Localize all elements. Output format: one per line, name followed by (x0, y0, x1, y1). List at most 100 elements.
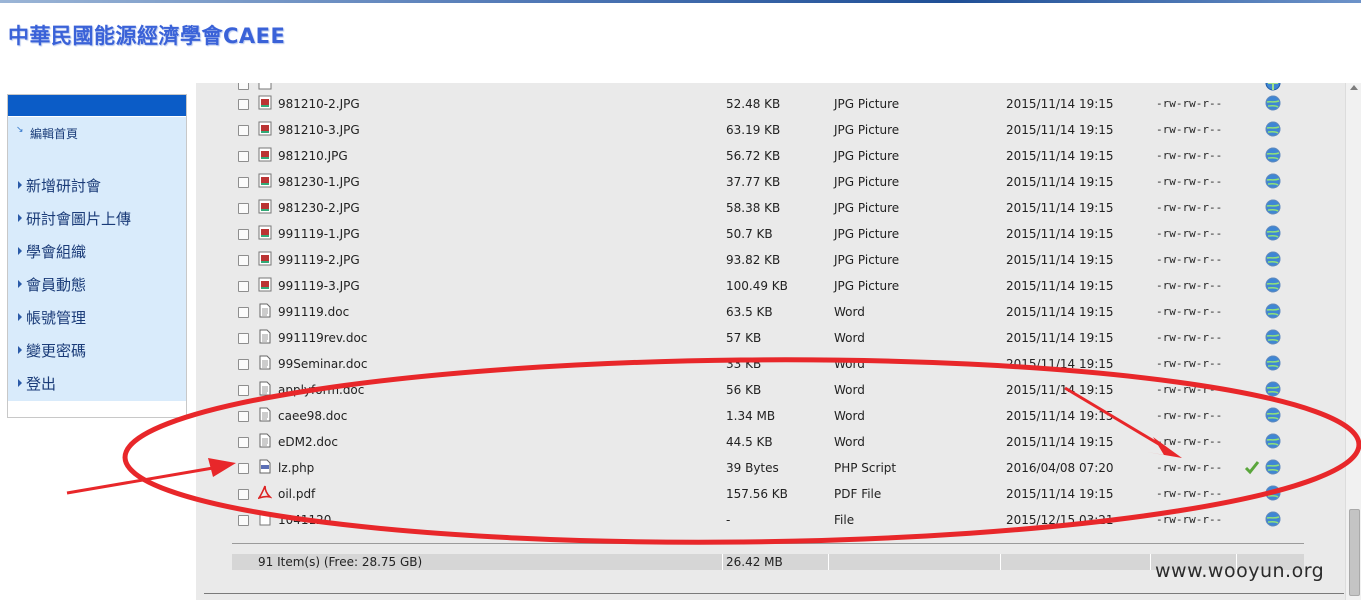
row-checkbox[interactable] (238, 333, 249, 344)
edit-globe-icon[interactable] (1264, 94, 1282, 112)
edit-globe-icon[interactable] (1264, 250, 1282, 268)
file-permissions[interactable]: -rw-rw-r-- (1156, 383, 1222, 396)
file-permissions[interactable]: -rw-rw-r-- (1156, 279, 1222, 292)
file-permissions[interactable]: -rw-rw-r-- (1156, 461, 1222, 474)
row-checkbox[interactable] (238, 411, 249, 422)
row-checkbox[interactable] (238, 359, 249, 370)
file-permissions[interactable]: -rw-rw-r-- (1156, 175, 1222, 188)
file-row[interactable]: 99Seminar.doc 33 KB Word 2015/11/14 19:15 -r… (196, 350, 1346, 376)
file-row[interactable]: 981210-3.JPG 63.19 KB JPG Picture 2015/11/1… (196, 116, 1346, 142)
row-checkbox[interactable] (238, 307, 249, 318)
file-name[interactable]: 981210-3.JPG (278, 123, 360, 137)
scroll-up-arrow-icon[interactable] (1350, 85, 1358, 90)
edit-globe-icon[interactable] (1264, 510, 1282, 528)
file-name[interactable]: 981210-2.JPG (278, 97, 360, 111)
file-row[interactable]: 1041120 - File 2015/12/15 03:21 -rw-rw-r-- (196, 506, 1346, 532)
edit-globe-icon[interactable] (1264, 380, 1282, 398)
file-name[interactable]: 991119-2.JPG (278, 253, 360, 267)
sidebar-item-change-password[interactable]: 變更密碼 (18, 340, 86, 361)
row-checkbox[interactable] (238, 125, 249, 136)
file-name[interactable]: 1041120 (278, 513, 331, 527)
edit-globe-icon[interactable] (1264, 432, 1282, 450)
file-row[interactable]: eDM2.doc 44.5 KB Word 2015/11/14 19:15 -rw-r… (196, 428, 1346, 454)
vertical-scrollbar[interactable] (1345, 83, 1361, 600)
file-row[interactable]: oil.pdf 157.56 KB PDF File 2015/11/14 19:15… (196, 480, 1346, 506)
file-name[interactable]: applyform.doc (278, 383, 364, 397)
file-permissions[interactable]: -rw-rw-r-- (1156, 487, 1222, 500)
edit-globe-icon[interactable] (1264, 406, 1282, 424)
file-name[interactable]: 991119.doc (278, 305, 349, 319)
row-checkbox[interactable] (238, 385, 249, 396)
file-name[interactable]: oil.pdf (278, 487, 315, 501)
file-name[interactable]: caee98.doc (278, 409, 347, 423)
sidebar-item-organization[interactable]: 學會組織 (18, 241, 86, 262)
file-row[interactable]: lz.php 39 Bytes PHP Script 2016/04/08 07:20… (196, 454, 1346, 480)
file-permissions[interactable]: -rw-rw-r-- (1156, 305, 1222, 318)
edit-globe-icon[interactable] (1264, 302, 1282, 320)
file-name[interactable]: 991119-3.JPG (278, 279, 360, 293)
edit-globe-icon[interactable] (1264, 458, 1282, 476)
edit-globe-icon[interactable] (1264, 172, 1282, 190)
edit-globe-icon[interactable] (1264, 328, 1282, 346)
file-row[interactable]: 981210-2.JPG 52.48 KB JPG Picture 2015/11/1… (196, 90, 1346, 116)
edit-globe-icon[interactable] (1264, 146, 1282, 164)
file-row[interactable]: 991119.doc 63.5 KB Word 2015/11/14 19:15 -rw… (196, 298, 1346, 324)
file-permissions[interactable]: -rw-rw-r-- (1156, 513, 1222, 526)
row-checkbox[interactable] (238, 281, 249, 292)
file-permissions[interactable]: -rw-rw-r-- (1156, 357, 1222, 370)
file-row[interactable]: 991119-3.JPG 100.49 KB JPG Picture 2015/11/… (196, 272, 1346, 298)
row-checkbox[interactable] (238, 177, 249, 188)
file-permissions[interactable]: -rw-rw-r-- (1156, 331, 1222, 344)
file-permissions[interactable]: -rw-rw-r-- (1156, 409, 1222, 422)
check-mark-icon[interactable] (1244, 459, 1260, 475)
sidebar-item-add-seminar[interactable]: 新增研討會 (18, 175, 101, 196)
file-type: JPG Picture (834, 253, 900, 267)
file-name[interactable]: 99Seminar.doc (278, 357, 367, 371)
file-row[interactable]: 991119rev.doc 57 KB Word 2015/11/14 19:15 -r… (196, 324, 1346, 350)
file-permissions[interactable]: -rw-rw-r-- (1156, 97, 1222, 110)
sidebar-item-account-management[interactable]: 帳號管理 (18, 307, 86, 328)
file-row[interactable]: caee98.doc 1.34 MB Word 2015/11/14 19:15 -rw… (196, 402, 1346, 428)
row-checkbox[interactable] (238, 99, 249, 110)
file-permissions[interactable]: -rw-rw-r-- (1156, 435, 1222, 448)
file-row[interactable]: applyform.doc 56 KB Word 2015/11/14 19:15 -r… (196, 376, 1346, 402)
file-permissions[interactable]: -rw-rw-r-- (1156, 253, 1222, 266)
file-name[interactable]: lz.php (278, 461, 314, 475)
row-checkbox[interactable] (238, 229, 249, 240)
row-checkbox[interactable] (238, 83, 249, 90)
file-row[interactable]: 981230-1.JPG 37.77 KB JPG Picture 2015/11/1… (196, 168, 1346, 194)
file-name[interactable]: 981210.JPG (278, 149, 348, 163)
file-name[interactable]: eDM2.doc (278, 435, 338, 449)
edit-globe-icon[interactable] (1264, 354, 1282, 372)
row-checkbox[interactable] (238, 151, 249, 162)
row-checkbox[interactable] (238, 489, 249, 500)
sidebar-item-seminar-photo-upload[interactable]: 研討會圖片上傳 (18, 208, 131, 229)
sidebar-item-logout[interactable]: 登出 (18, 373, 56, 394)
file-row[interactable]: 981230-2.JPG 58.38 KB JPG Picture 2015/11/1… (196, 194, 1346, 220)
file-permissions[interactable]: -rw-rw-r-- (1156, 201, 1222, 214)
row-checkbox[interactable] (238, 463, 249, 474)
file-permissions[interactable]: -rw-rw-r-- (1156, 123, 1222, 136)
edit-globe-icon[interactable] (1264, 198, 1282, 216)
file-row[interactable]: 991119-2.JPG 93.82 KB JPG Picture 2015/11/1… (196, 246, 1346, 272)
sidebar-item-member-news[interactable]: 會員動態 (18, 274, 86, 295)
file-name[interactable]: 981230-2.JPG (278, 201, 360, 215)
file-permissions[interactable]: -rw-rw-r-- (1156, 149, 1222, 162)
file-name[interactable]: 991119rev.doc (278, 331, 367, 345)
row-checkbox[interactable] (238, 437, 249, 448)
row-checkbox[interactable] (238, 203, 249, 214)
edit-globe-icon[interactable] (1264, 276, 1282, 294)
scrollbar-thumb[interactable] (1349, 509, 1360, 596)
file-name[interactable]: 991119-1.JPG (278, 227, 360, 241)
file-type: PHP Script (834, 461, 897, 475)
file-row[interactable]: 991119-1.JPG 50.7 KB JPG Picture 2015/11/14… (196, 220, 1346, 246)
file-permissions[interactable]: -rw-rw-r-- (1156, 227, 1222, 240)
edit-globe-icon[interactable] (1264, 484, 1282, 502)
row-checkbox[interactable] (238, 255, 249, 266)
row-checkbox[interactable] (238, 515, 249, 526)
edit-globe-icon[interactable] (1264, 224, 1282, 242)
edit-home-link[interactable]: ↘ 編輯首頁 (16, 125, 78, 142)
edit-globe-icon[interactable] (1264, 120, 1282, 138)
file-row[interactable]: 981210.JPG 56.72 KB JPG Picture 2015/11/14 … (196, 142, 1346, 168)
file-name[interactable]: 981230-1.JPG (278, 175, 360, 189)
